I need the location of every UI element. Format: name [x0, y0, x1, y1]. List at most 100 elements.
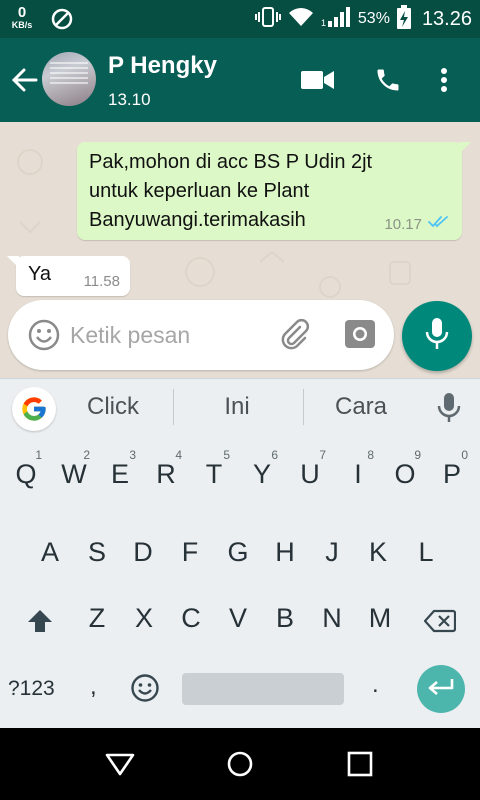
message-text: Ya: [28, 263, 51, 285]
video-call-icon[interactable]: [300, 62, 336, 98]
battery-percent: 53%: [357, 10, 390, 27]
svg-text:1: 1: [321, 18, 326, 27]
key-t[interactable]: 5T: [192, 447, 236, 503]
google-logo-icon[interactable]: [12, 387, 56, 431]
key-v[interactable]: V: [216, 591, 260, 647]
message-input[interactable]: [70, 317, 270, 353]
key-label: F: [181, 537, 199, 567]
key-label: P: [442, 459, 461, 489]
nav-home-icon[interactable]: [222, 748, 258, 780]
key-q[interactable]: 1Q: [4, 447, 48, 503]
key-w[interactable]: 2W: [52, 447, 96, 503]
key-label: Z: [88, 603, 106, 633]
keyboard-row-3: Z X C V B N M: [0, 591, 480, 647]
enter-arrow-icon: [427, 677, 455, 702]
keyboard-row-1: 1Q 2W 3E 4R 5T 6Y 7U 8I 9O 0P: [0, 447, 480, 503]
key-s[interactable]: S: [75, 525, 119, 581]
key-u[interactable]: 7U: [288, 447, 332, 503]
contact-name[interactable]: P Hengky: [108, 52, 217, 80]
phone-icon[interactable]: [370, 62, 406, 98]
key-p[interactable]: 0P: [430, 447, 474, 503]
key-x[interactable]: X: [122, 591, 166, 647]
keyboard-row-2: A S D F G H J K L: [0, 525, 480, 581]
network-speed-unit: KB/s: [11, 20, 33, 30]
message-time: 11.58: [83, 273, 120, 290]
suggestion-strip: Click Ini Cara: [0, 379, 480, 437]
key-g[interactable]: G: [216, 525, 260, 581]
key-l[interactable]: L: [404, 525, 448, 581]
key-label: Y: [252, 459, 271, 489]
key-label: A: [40, 537, 59, 567]
key-label: L: [418, 537, 434, 567]
wifi-icon: [288, 7, 314, 32]
back-arrow-icon[interactable]: [10, 64, 40, 96]
key-n[interactable]: N: [310, 591, 354, 647]
key-j[interactable]: J: [310, 525, 354, 581]
emoji-key-icon[interactable]: [128, 671, 162, 705]
key-r[interactable]: 4R: [144, 447, 188, 503]
nav-back-icon[interactable]: [102, 748, 138, 780]
key-e[interactable]: 3E: [98, 447, 142, 503]
status-bar: 0 KB/s 1 53% 13.26: [0, 0, 480, 38]
key-label: X: [134, 603, 153, 633]
contact-avatar[interactable]: [42, 52, 96, 106]
key-label: C: [181, 603, 201, 633]
key-label: I: [354, 459, 362, 489]
double-check-read-icon: [428, 215, 450, 234]
key-b[interactable]: B: [263, 591, 307, 647]
key-m[interactable]: M: [358, 591, 402, 647]
keyboard-voice-icon[interactable]: [436, 391, 462, 430]
key-label: Q: [15, 459, 37, 489]
key-label: K: [368, 537, 387, 567]
key-label: U: [300, 459, 320, 489]
suggestion-1[interactable]: Click: [58, 393, 168, 421]
key-k[interactable]: K: [356, 525, 400, 581]
soft-keyboard: Click Ini Cara 1Q 2W 3E 4R 5T 6Y 7U 8I 9…: [0, 378, 480, 728]
network-speed-value: 0: [17, 4, 27, 21]
system-navigation-bar: [0, 728, 480, 800]
key-label: V: [228, 603, 247, 633]
suggestion-3[interactable]: Cara: [306, 393, 416, 421]
key-f[interactable]: F: [168, 525, 212, 581]
symbols-key[interactable]: ?123: [8, 677, 55, 701]
key-c[interactable]: C: [169, 591, 213, 647]
period-key[interactable]: .: [372, 671, 379, 699]
key-d[interactable]: D: [121, 525, 165, 581]
backspace-icon[interactable]: [420, 605, 460, 637]
key-label: O: [394, 459, 416, 489]
camera-icon[interactable]: [344, 318, 376, 355]
key-label: D: [133, 537, 153, 567]
enter-key[interactable]: [417, 665, 465, 713]
message-time: 10.17: [384, 216, 422, 233]
chat-header: P Hengky 13.10: [0, 38, 480, 122]
message-bubble-incoming[interactable]: Ya 11.58: [7, 256, 130, 296]
nav-recents-icon[interactable]: [342, 748, 378, 780]
key-a[interactable]: A: [28, 525, 72, 581]
suggestion-2[interactable]: Ini: [182, 393, 292, 421]
voice-message-button[interactable]: [402, 301, 472, 371]
comma-key[interactable]: ,: [90, 673, 97, 701]
status-clock: 13.26: [421, 7, 472, 30]
key-label: H: [275, 537, 295, 567]
key-label: T: [205, 459, 223, 489]
key-label: J: [325, 537, 339, 567]
key-o[interactable]: 9O: [383, 447, 427, 503]
message-bubble-outgoing[interactable]: Pak,mohon di acc BS P Udin 2jt untuk kep…: [77, 142, 471, 240]
data-saver-icon: [51, 8, 73, 35]
key-label: B: [275, 603, 294, 633]
key-label: S: [87, 537, 106, 567]
message-composer: [8, 300, 394, 370]
key-label: E: [110, 459, 129, 489]
attach-paperclip-icon[interactable]: [278, 318, 312, 357]
space-bar[interactable]: [182, 673, 344, 705]
battery-charging-icon: [396, 4, 411, 34]
key-y[interactable]: 6Y: [240, 447, 284, 503]
key-i[interactable]: 8I: [336, 447, 380, 503]
key-h[interactable]: H: [263, 525, 307, 581]
shift-key-icon[interactable]: [18, 601, 62, 641]
key-z[interactable]: Z: [75, 591, 119, 647]
key-label: W: [61, 459, 87, 489]
emoji-icon[interactable]: [28, 319, 60, 356]
cell-signal-icon: 1: [321, 6, 351, 32]
more-options-icon[interactable]: [426, 62, 462, 98]
